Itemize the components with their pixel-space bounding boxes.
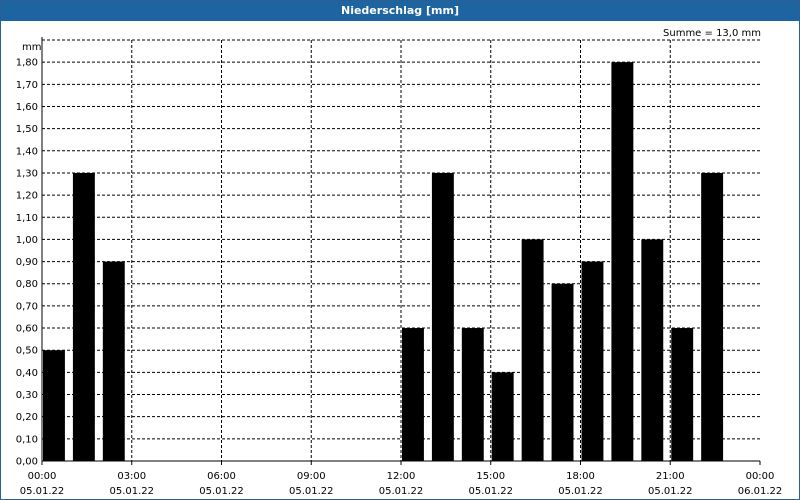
x-tick-date: 05.01.22 bbox=[289, 486, 334, 497]
y-tick-label: 0,60 bbox=[16, 324, 38, 335]
y-tick-label: 0,90 bbox=[16, 257, 38, 268]
x-tick-time: 00:00 bbox=[28, 471, 57, 482]
y-tick-label: 1,70 bbox=[16, 80, 38, 91]
y-tick-label: 1,20 bbox=[16, 191, 38, 202]
bar bbox=[611, 62, 634, 461]
y-tick-label: 0,50 bbox=[16, 346, 38, 357]
x-tick-time: 12:00 bbox=[387, 471, 416, 482]
bar bbox=[72, 172, 95, 461]
y-tick-label: 1,40 bbox=[16, 146, 38, 157]
x-tick-date: 05.01.22 bbox=[109, 486, 154, 497]
x-tick-date: 05.01.22 bbox=[468, 486, 513, 497]
y-unit-label: mm bbox=[22, 42, 41, 53]
y-tick-label: 1,60 bbox=[16, 102, 38, 113]
bar bbox=[671, 328, 694, 461]
bar bbox=[521, 239, 544, 461]
bar bbox=[641, 239, 664, 461]
y-tick-label: 0,00 bbox=[16, 457, 38, 468]
y-tick-label: 1,30 bbox=[16, 168, 38, 179]
y-tick-label: 1,00 bbox=[16, 235, 38, 246]
y-tick-label: 0,10 bbox=[16, 434, 38, 445]
x-tick-time: 18:00 bbox=[566, 471, 595, 482]
bar bbox=[701, 172, 724, 461]
x-tick-date: 05.01.22 bbox=[558, 486, 603, 497]
bar bbox=[402, 328, 424, 461]
x-tick-date: 05.01.22 bbox=[199, 486, 244, 497]
x-tick-time: 06:00 bbox=[207, 471, 236, 482]
y-tick-label: 1,10 bbox=[16, 213, 38, 224]
x-tick-date: 05.01.22 bbox=[379, 486, 424, 497]
x-tick-date: 06.01.22 bbox=[738, 486, 783, 497]
x-tick-time: 21:00 bbox=[656, 471, 685, 482]
x-tick-date: 05.01.22 bbox=[20, 486, 65, 497]
y-tick-label: 1,80 bbox=[16, 58, 38, 69]
x-tick-date: 05.01.22 bbox=[648, 486, 693, 497]
y-tick-label: 0,30 bbox=[16, 390, 38, 401]
bar bbox=[581, 261, 604, 461]
bar bbox=[461, 328, 484, 461]
x-tick-time: 03:00 bbox=[117, 471, 146, 482]
bar bbox=[431, 172, 454, 461]
bar bbox=[551, 283, 574, 461]
x-tick-time: 15:00 bbox=[476, 471, 505, 482]
x-tick-time: 09:00 bbox=[297, 471, 326, 482]
sum-label: Summe = 13,0 mm bbox=[663, 28, 761, 39]
y-tick-label: 1,50 bbox=[16, 124, 38, 135]
x-tick-time: 00:00 bbox=[746, 471, 775, 482]
bar bbox=[491, 372, 514, 461]
bar bbox=[102, 261, 125, 461]
y-tick-label: 0,70 bbox=[16, 301, 38, 312]
y-tick-label: 0,80 bbox=[16, 279, 38, 290]
bar bbox=[43, 350, 65, 461]
y-tick-label: 0,40 bbox=[16, 368, 38, 379]
precipitation-chart: 0,00 0,10 0,20 0,30 0,40 0,50 0,60 0,70 0,80 0,90… bbox=[16, 28, 783, 497]
y-tick-label: 0,20 bbox=[16, 412, 38, 423]
